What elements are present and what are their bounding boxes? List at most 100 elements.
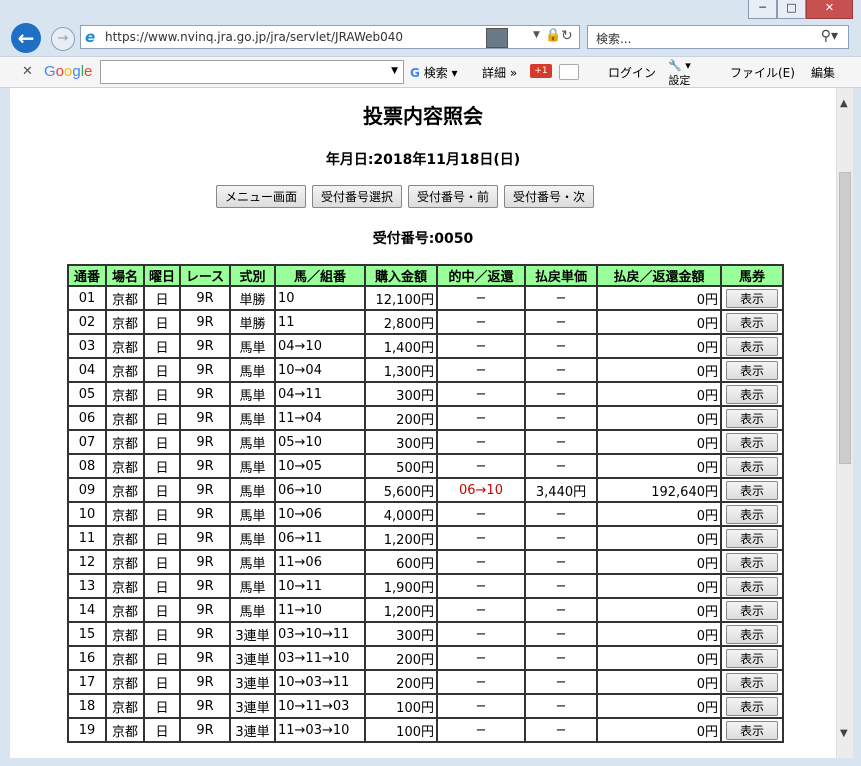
header-combination: 馬／組番 (274, 264, 366, 287)
dropdown-icon[interactable]: ▼ (391, 66, 398, 76)
prev-ticket-button[interactable]: 受付番号・前 (408, 185, 499, 208)
cell-combination: 06→10 (274, 477, 366, 503)
table-header-row: 通番 場名 曜日 レース 式別 馬／組番 購入金額 的中／返還 払戻単価 払戻／… (67, 264, 784, 287)
close-toolbar-icon[interactable]: ✕ (22, 64, 33, 79)
show-ticket-button[interactable]: 表示 (726, 552, 778, 572)
scroll-down-icon[interactable]: ▼ (840, 728, 848, 739)
cell-combination: 04→10 (274, 333, 366, 359)
header-payout: 払戻／返還金額 (596, 264, 722, 287)
show-ticket-button[interactable]: 表示 (726, 528, 778, 548)
show-ticket-button[interactable]: 表示 (726, 576, 778, 596)
show-ticket-button[interactable]: 表示 (726, 504, 778, 524)
cell-weekday: 日 (143, 525, 181, 551)
cell-venue: 京都 (105, 645, 145, 671)
cell-bet-type: 3連単 (229, 669, 276, 695)
cell-hit: − (436, 357, 526, 383)
show-ticket-button[interactable]: 表示 (726, 624, 778, 644)
header-ticket: 馬券 (720, 264, 784, 287)
show-ticket-button[interactable]: 表示 (726, 384, 778, 404)
cell-payout: 0円 (596, 429, 722, 455)
back-arrow-icon[interactable]: ← (11, 23, 41, 53)
cell-serial: 03 (67, 333, 107, 359)
table-row: 14 京都日 9R 馬単 11→10 1,200円 − −0円 表示 (67, 597, 784, 623)
cell-race: 9R (179, 357, 231, 383)
maximize-icon[interactable]: □ (777, 0, 806, 19)
cell-bet-type: 馬単 (229, 333, 276, 359)
table-row: 05 京都日 9R 馬単 04→11 300円 − −0円 表示 (67, 381, 784, 407)
cell-combination: 11→10 (274, 597, 366, 623)
scrollbar-thumb[interactable] (839, 172, 851, 464)
toggle-icon[interactable] (559, 64, 579, 80)
cell-amount: 100円 (364, 693, 438, 719)
plus-one-badge[interactable]: +1 (530, 64, 552, 78)
select-ticket-button[interactable]: 受付番号選択 (312, 185, 403, 208)
search-icon[interactable]: ⚲▾ (821, 28, 838, 44)
google-search-input[interactable]: ▼ (100, 60, 404, 84)
table-row: 03 京都日 9R 馬単 04→10 1,400円 − −0円 表示 (67, 333, 784, 359)
cell-venue: 京都 (105, 621, 145, 647)
browser-search-input[interactable]: 検索... ⚲▾ (587, 25, 849, 49)
cell-ticket: 表示 (720, 333, 784, 359)
show-ticket-button[interactable]: 表示 (726, 432, 778, 452)
close-icon[interactable]: ✕ (806, 0, 853, 19)
cell-unit-payout: − (524, 525, 598, 551)
show-ticket-button[interactable]: 表示 (726, 696, 778, 716)
show-ticket-button[interactable]: 表示 (726, 312, 778, 332)
cell-combination: 10→06 (274, 501, 366, 527)
cell-bet-type: 馬単 (229, 357, 276, 383)
dropdown-icon[interactable]: ▼ (533, 30, 540, 40)
google-toolbar: ✕ Google ▼ G 検索 ▾ 詳細 » +1 ログイン 🔧 ▾ 設定 ファイ… (0, 56, 861, 88)
lock-icon[interactable]: 🔒 (545, 28, 561, 43)
cell-venue: 京都 (105, 693, 145, 719)
file-menu[interactable]: ファイル(E) (730, 64, 795, 81)
cell-amount: 4,000円 (364, 501, 438, 527)
cell-venue: 京都 (105, 477, 145, 503)
show-ticket-button[interactable]: 表示 (726, 600, 778, 620)
cell-amount: 200円 (364, 405, 438, 431)
menu-button[interactable]: メニュー画面 (216, 185, 307, 208)
cell-unit-payout: − (524, 501, 598, 527)
site-thumbnail-icon[interactable] (486, 28, 508, 48)
url-text[interactable]: https://www.nvinq.jra.go.jp/jra/servlet/… (105, 30, 403, 44)
cell-ticket: 表示 (720, 429, 784, 455)
details-button[interactable]: 詳細 » (482, 64, 517, 81)
google-search-button[interactable]: G 検索 ▾ (410, 64, 458, 81)
race-date: 年月日:2018年11月18日(日) (325, 152, 521, 168)
cell-serial: 04 (67, 357, 107, 383)
show-ticket-button[interactable]: 表示 (726, 672, 778, 692)
show-ticket-button[interactable]: 表示 (726, 456, 778, 476)
edit-menu[interactable]: 編集 (811, 64, 835, 81)
cell-ticket: 表示 (720, 717, 784, 743)
cell-venue: 京都 (105, 453, 145, 479)
show-ticket-button[interactable]: 表示 (726, 288, 778, 308)
cell-hit: − (436, 333, 526, 359)
minimize-icon[interactable]: ─ (748, 0, 777, 19)
scroll-up-icon[interactable]: ▲ (840, 98, 848, 109)
forward-arrow-icon[interactable]: → (51, 27, 75, 51)
refresh-icon[interactable]: ↻ (561, 28, 573, 44)
cell-ticket: 表示 (720, 645, 784, 671)
cell-weekday: 日 (143, 645, 181, 671)
vertical-scrollbar[interactable]: ▲ ▼ (836, 88, 853, 758)
cell-weekday: 日 (143, 501, 181, 527)
show-ticket-button[interactable]: 表示 (726, 408, 778, 428)
show-ticket-button[interactable]: 表示 (726, 480, 778, 500)
show-ticket-button[interactable]: 表示 (726, 360, 778, 380)
cell-venue: 京都 (105, 309, 145, 335)
table-row: 07 京都日 9R 馬単 05→10 300円 − −0円 表示 (67, 429, 784, 455)
settings-button[interactable]: 🔧 ▾ 設定 (668, 59, 691, 88)
cell-payout: 0円 (596, 597, 722, 623)
login-button[interactable]: ログイン (608, 64, 656, 81)
cell-ticket: 表示 (720, 621, 784, 647)
header-amount: 購入金額 (364, 264, 438, 287)
show-ticket-button[interactable]: 表示 (726, 336, 778, 356)
show-ticket-button[interactable]: 表示 (726, 648, 778, 668)
show-ticket-button[interactable]: 表示 (726, 720, 778, 740)
address-bar[interactable]: e https://www.nvinq.jra.go.jp/jra/servle… (80, 25, 580, 49)
cell-combination: 10→04 (274, 357, 366, 383)
cell-ticket: 表示 (720, 549, 784, 575)
cell-race: 9R (179, 621, 231, 647)
cell-combination: 10→05 (274, 453, 366, 479)
next-ticket-button[interactable]: 受付番号・次 (504, 185, 595, 208)
cell-serial: 11 (67, 525, 107, 551)
